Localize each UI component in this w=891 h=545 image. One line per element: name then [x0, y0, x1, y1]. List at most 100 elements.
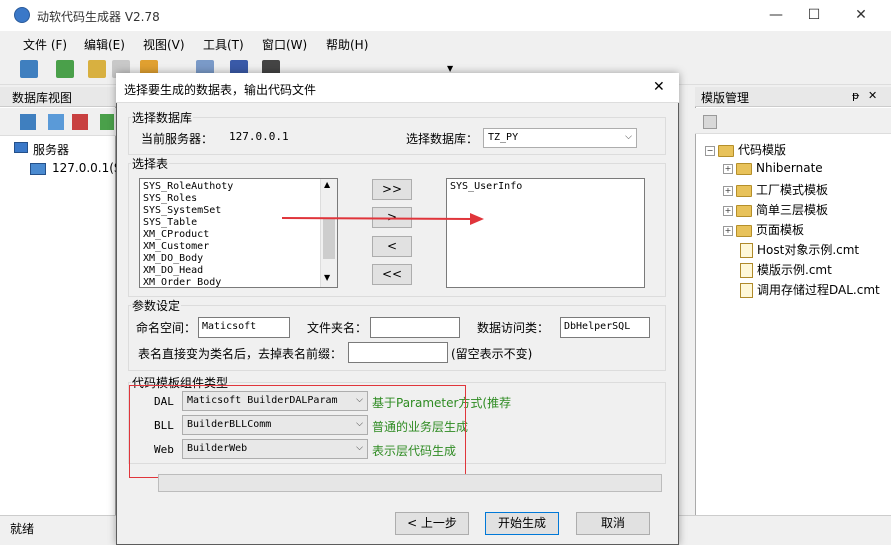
tree-folder-factory[interactable]: + 工厂模式模板	[723, 181, 828, 198]
menu-file[interactable]: 文件 (F)	[23, 36, 67, 53]
template-manager-toolbar	[695, 108, 891, 134]
list-scrollbar[interactable]: ▲ ▼	[320, 179, 337, 287]
new-template-icon[interactable]	[703, 115, 717, 129]
list-item[interactable]: XM_Order_Body	[143, 277, 334, 287]
tree-folder-nhibernate[interactable]: + Nhibernate	[723, 161, 823, 175]
template-manager-title: 模版管理	[701, 91, 750, 105]
tree-folder-page[interactable]: + 页面模板	[723, 221, 804, 238]
app-title: 动软代码生成器 V2.78	[37, 10, 160, 24]
disconnect-icon[interactable]	[72, 114, 88, 130]
folder-input[interactable]	[370, 317, 460, 338]
prefix-label: 表名直接变为类名后，去掉表名前缀：	[138, 347, 343, 361]
database-select[interactable]: TZ_PY ⌵	[483, 128, 637, 148]
tree-file-label: Host对象示例.cmt	[757, 243, 860, 257]
expand-icon[interactable]: +	[723, 225, 733, 236]
dialog-title: 选择要生成的数据表，输出代码文件	[124, 83, 317, 97]
list-item[interactable]: SYS_RoleAuthoty	[143, 181, 334, 193]
collapse-icon[interactable]: −	[705, 145, 715, 156]
tree-node-server[interactable]: 127.0.0.1(S	[52, 161, 122, 175]
data-access-class-label: 数据访问类：	[477, 321, 550, 335]
template-file-icon	[740, 283, 753, 298]
data-access-class-input[interactable]: DbHelperSQL	[560, 317, 650, 338]
folder-label: 文件夹名：	[307, 321, 368, 335]
server-icon	[14, 142, 28, 153]
close-button[interactable]: ✕	[838, 0, 884, 31]
pin-icon[interactable]: ᵽ	[852, 89, 859, 102]
tree-template-root-label: 代码模版	[738, 143, 787, 157]
list-item[interactable]: XM_DO_Head	[143, 265, 334, 277]
list-item[interactable]: XM_Customer	[143, 241, 334, 253]
server-value: 127.0.0.1	[229, 130, 289, 143]
tree-file-host[interactable]: Host对象示例.cmt	[740, 241, 859, 258]
tree-template-root[interactable]: − 代码模版	[705, 141, 786, 158]
move-left-button[interactable]: <	[372, 236, 412, 257]
database-select-value: TZ_PY	[488, 132, 519, 143]
dialog-close-button[interactable]: ✕	[653, 79, 665, 95]
move-all-left-button[interactable]: <<	[372, 264, 412, 285]
chevron-down-icon: ⌵	[625, 132, 632, 142]
prefix-input[interactable]	[348, 342, 448, 363]
maximize-button[interactable]: ☐	[791, 0, 837, 31]
sql-server-icon	[30, 163, 46, 175]
menu-help[interactable]: 帮助(H)	[326, 36, 368, 53]
tree-folder-three-tier[interactable]: + 简单三层模板	[723, 201, 828, 218]
tree-folder-label: 页面模板	[756, 223, 805, 237]
cancel-button[interactable]: 取消	[576, 512, 650, 535]
tree-file-label: 调用存储过程DAL.cmt	[757, 283, 880, 297]
tree-file-label: 模版示例.cmt	[757, 263, 832, 277]
list-item[interactable]: SYS_UserInfo	[450, 181, 641, 193]
tree-folder-label: 简单三层模板	[756, 203, 829, 217]
add-server-icon[interactable]	[20, 114, 36, 130]
list-item[interactable]: SYS_Roles	[143, 193, 334, 205]
tables-group-title: 选择表	[131, 155, 170, 172]
menu-window[interactable]: 窗口(W)	[262, 36, 307, 53]
menu-edit[interactable]: 编辑(E)	[84, 36, 125, 53]
menu-view[interactable]: 视图(V)	[143, 36, 185, 53]
expand-icon[interactable]: +	[723, 185, 733, 196]
annotation-arrow	[281, 213, 484, 225]
expand-icon[interactable]: +	[723, 163, 733, 174]
template-file-icon	[740, 263, 753, 278]
folder-icon	[718, 144, 734, 157]
scroll-up-icon[interactable]: ▲	[324, 180, 330, 189]
folder-icon	[736, 162, 752, 175]
namespace-input[interactable]: Maticsoft	[198, 317, 290, 338]
folder-icon	[736, 224, 752, 237]
template-file-icon	[740, 243, 753, 258]
database-label: 选择数据库：	[406, 132, 479, 146]
tree-folder-label: Nhibernate	[756, 161, 823, 175]
folder-icon	[736, 204, 752, 217]
refresh-tree-icon[interactable]	[100, 114, 114, 130]
database-group-title: 选择数据库	[131, 109, 194, 126]
expand-icon[interactable]: +	[723, 205, 733, 216]
toolbar-overflow-icon[interactable]: ▼	[447, 64, 453, 73]
back-button[interactable]: < 上一步	[395, 512, 469, 535]
annotation-highlight-box	[129, 385, 466, 478]
connect-server-icon[interactable]	[20, 60, 38, 78]
list-item[interactable]: XM_DO_Body	[143, 253, 334, 265]
server-label: 当前服务器：	[141, 132, 214, 146]
parameters-group-title: 参数设定	[131, 297, 182, 314]
scroll-down-icon[interactable]: ▼	[324, 273, 330, 282]
tree-folder-label: 工厂模式模板	[756, 183, 829, 197]
namespace-label: 命名空间：	[136, 321, 197, 335]
tree-file-sample[interactable]: 模版示例.cmt	[740, 261, 832, 278]
selected-tables-list[interactable]: SYS_UserInfo	[446, 178, 645, 288]
connect-icon[interactable]	[48, 114, 64, 130]
folder-icon	[736, 184, 752, 197]
move-all-right-button[interactable]: >>	[372, 179, 412, 200]
database-view-title: 数据库视图	[12, 91, 73, 105]
list-item[interactable]: XM_CProduct	[143, 229, 334, 241]
start-generate-button[interactable]: 开始生成	[485, 512, 559, 535]
refresh-icon[interactable]	[56, 60, 74, 78]
app-logo-icon	[14, 7, 30, 23]
panel-close-icon[interactable]: ✕	[868, 89, 877, 102]
available-tables-list[interactable]: SYS_RoleAuthoty SYS_Roles SYS_SystemSet …	[139, 178, 338, 288]
menu-tools[interactable]: 工具(T)	[203, 36, 244, 53]
tree-root-server[interactable]: 服务器	[33, 141, 69, 158]
progress-bar	[158, 474, 662, 492]
status-text: 就绪	[10, 522, 35, 536]
menubar	[0, 31, 891, 55]
code-generator-icon[interactable]	[88, 60, 106, 78]
tree-file-proc-dal[interactable]: 调用存储过程DAL.cmt	[740, 281, 880, 298]
